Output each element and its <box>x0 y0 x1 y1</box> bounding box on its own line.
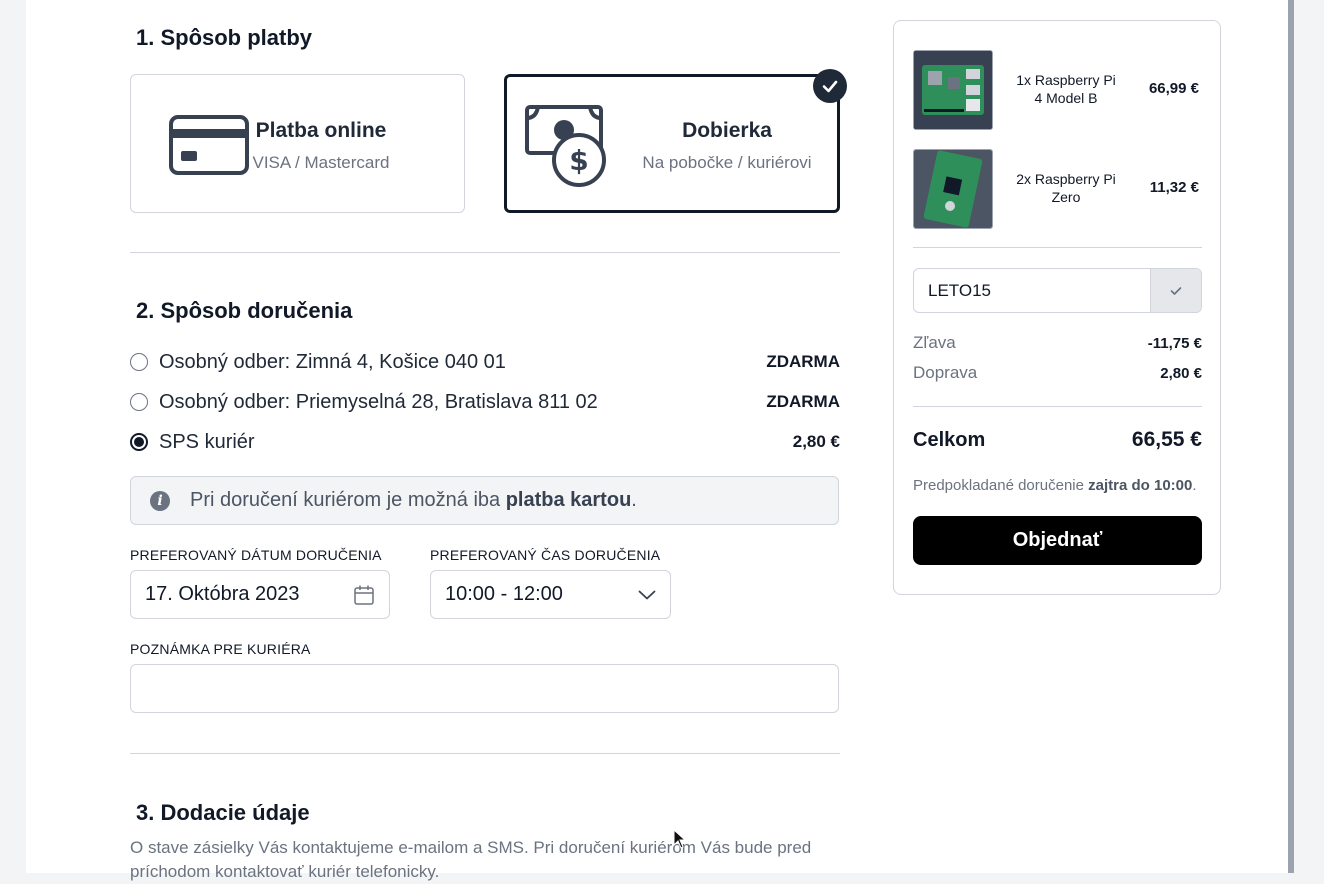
coupon-input[interactable]: LETO15 <box>913 268 1202 313</box>
shipping-label: Doprava <box>913 363 978 382</box>
date-field-label: PREFEROVANÝ DÁTUM DORUČENIA <box>130 547 382 563</box>
info-icon: i <box>150 490 170 511</box>
coupon-code: LETO15 <box>928 280 992 300</box>
info-text: Pri doručení kuriérom je možná iba platb… <box>190 489 637 512</box>
delivery-option-bratislava[interactable]: Osobný odber: Priemyselná 28, Bratislava… <box>130 387 840 417</box>
delivery-estimate: Predpokladané doručenie zajtra do 10:00. <box>913 477 1197 494</box>
info-text-bold: platba kartou <box>505 489 632 511</box>
selected-check-icon <box>813 69 847 103</box>
delivery-date-input[interactable]: 17. Októbra 2023 <box>130 570 390 619</box>
delivery-option-label: Osobný odber: Zimná 4, Košice 040 01 <box>159 350 506 373</box>
delivery-option-courier[interactable]: SPS kuriér 2,80 € <box>130 427 840 457</box>
cash-dollar-icon: $ <box>525 105 606 187</box>
radio-button[interactable] <box>130 353 148 371</box>
info-notice: i Pri doručení kuriérom je možná iba pla… <box>130 476 839 525</box>
note-field-label: POZNÁMKA PRE KURIÉRA <box>130 641 311 657</box>
delivery-date-value: 17. Októbra 2023 <box>145 583 300 605</box>
summary-divider <box>913 406 1202 407</box>
section-divider <box>130 753 840 754</box>
delivery-time-select[interactable]: 10:00 - 12:00 <box>430 570 671 619</box>
total-label: Celkom <box>913 428 986 451</box>
shipping-section-title: 3. Dodacie údaje <box>136 800 310 825</box>
order-button[interactable]: Objednať <box>913 516 1202 565</box>
cart-item-price: 66,99 € <box>1148 80 1199 97</box>
delivery-option-price: ZDARMA <box>766 392 840 411</box>
payment-option-subtitle: VISA / Mastercard <box>252 153 390 172</box>
section-divider <box>130 252 840 253</box>
payment-option-title: Platba online <box>255 119 387 142</box>
info-text-suffix: . <box>631 489 637 511</box>
coupon-apply-button[interactable] <box>1150 269 1201 312</box>
delivery-option-price: 2,80 € <box>792 432 840 451</box>
delivery-option-label: Osobný odber: Priemyselná 28, Bratislava… <box>159 390 598 413</box>
cart-item-qty: 1x <box>1016 72 1031 88</box>
svg-text:$: $ <box>569 144 588 177</box>
total-row: Celkom 66,55 € <box>913 428 1202 452</box>
cart-item-title: Raspberry Pi 4 Model B <box>1034 72 1116 106</box>
shipping-row: Doprava 2,80 € <box>913 363 1202 383</box>
cart-item-qty: 2x <box>1016 171 1031 187</box>
radio-button[interactable] <box>130 393 148 411</box>
courier-note-input[interactable] <box>130 664 839 713</box>
cart-item-price: 11,32 € <box>1149 179 1199 196</box>
payment-option-subtitle: Na pobočke / kuriérovi <box>642 153 812 172</box>
info-text-prefix: Pri doručení kuriérom je možná iba <box>190 489 506 511</box>
eta-bold: zajtra do 10:00 <box>1088 477 1193 494</box>
discount-label: Zľava <box>913 333 956 352</box>
shipping-description: O stave zásielky Vás kontaktujeme e-mail… <box>130 838 812 881</box>
cart-item-name: 2x Raspberry Pi Zero <box>1011 170 1121 206</box>
page-margin <box>1294 0 1324 873</box>
payment-option-title: Dobierka <box>682 119 772 142</box>
delivery-option-price: ZDARMA <box>766 352 840 371</box>
discount-row: Zľava -11,75 € <box>913 333 1202 353</box>
eta-prefix: Predpokladané doručenie <box>913 477 1089 494</box>
summary-divider <box>913 247 1202 248</box>
time-field-label: PREFEROVANÝ ČAS DORUČENIA <box>430 547 661 563</box>
product-image-rpi4 <box>913 50 993 130</box>
payment-option-cod[interactable]: $ Dobierka Na pobočke / kuriérovi <box>504 69 847 213</box>
delivery-section-title: 2. Spôsob doručenia <box>136 298 353 323</box>
checkout-page: 1. Spôsob platby Platba online VISA / Ma… <box>26 0 1288 881</box>
delivery-option-kosice[interactable]: Osobný odber: Zimná 4, Košice 040 01 ZDA… <box>130 347 840 377</box>
cart-item-title: Raspberry Pi Zero <box>1034 171 1116 205</box>
delivery-time-value: 10:00 - 12:00 <box>445 583 563 605</box>
chevron-down-icon <box>638 590 656 599</box>
calendar-icon[interactable] <box>353 584 375 606</box>
payment-section-title: 1. Spôsob platby <box>136 25 313 50</box>
radio-button[interactable] <box>130 433 148 451</box>
shipping-value: 2,80 € <box>1160 364 1202 382</box>
cart-item-name: 1x Raspberry Pi 4 Model B <box>1011 71 1121 107</box>
total-value: 66,55 € <box>1131 428 1202 451</box>
check-icon <box>1170 286 1182 295</box>
discount-value: -11,75 € <box>1147 334 1202 352</box>
mouse-cursor-icon <box>673 829 687 849</box>
order-summary: 1x Raspberry Pi 4 Model B 66,99 € 2x Ras… <box>893 20 1221 595</box>
delivery-option-label: SPS kuriér <box>159 430 255 453</box>
eta-suffix: . <box>1192 477 1197 494</box>
payment-option-online[interactable]: Platba online VISA / Mastercard <box>130 74 465 213</box>
product-image-rpi-zero <box>913 149 993 229</box>
